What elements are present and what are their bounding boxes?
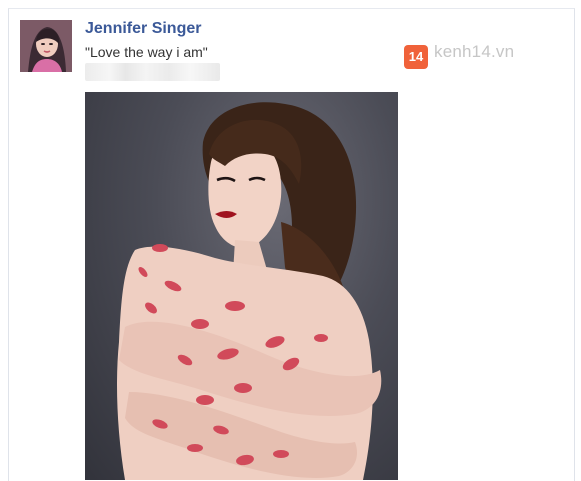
watermark-tagline bbox=[436, 64, 438, 73]
watermark-site-name: kenh14.vn bbox=[434, 42, 515, 61]
avatar[interactable] bbox=[20, 20, 72, 72]
avatar-image bbox=[20, 20, 72, 72]
post-photo[interactable] bbox=[85, 92, 398, 480]
site-watermark: 14 kenh14.vn bbox=[384, 20, 534, 94]
author-name[interactable]: Jennifer Singer bbox=[85, 20, 201, 38]
blurred-metadata bbox=[85, 63, 220, 81]
watermark-badge: 14 bbox=[404, 45, 428, 69]
post-caption: "Love the way i am" bbox=[85, 44, 208, 60]
portrait-image bbox=[117, 102, 382, 480]
